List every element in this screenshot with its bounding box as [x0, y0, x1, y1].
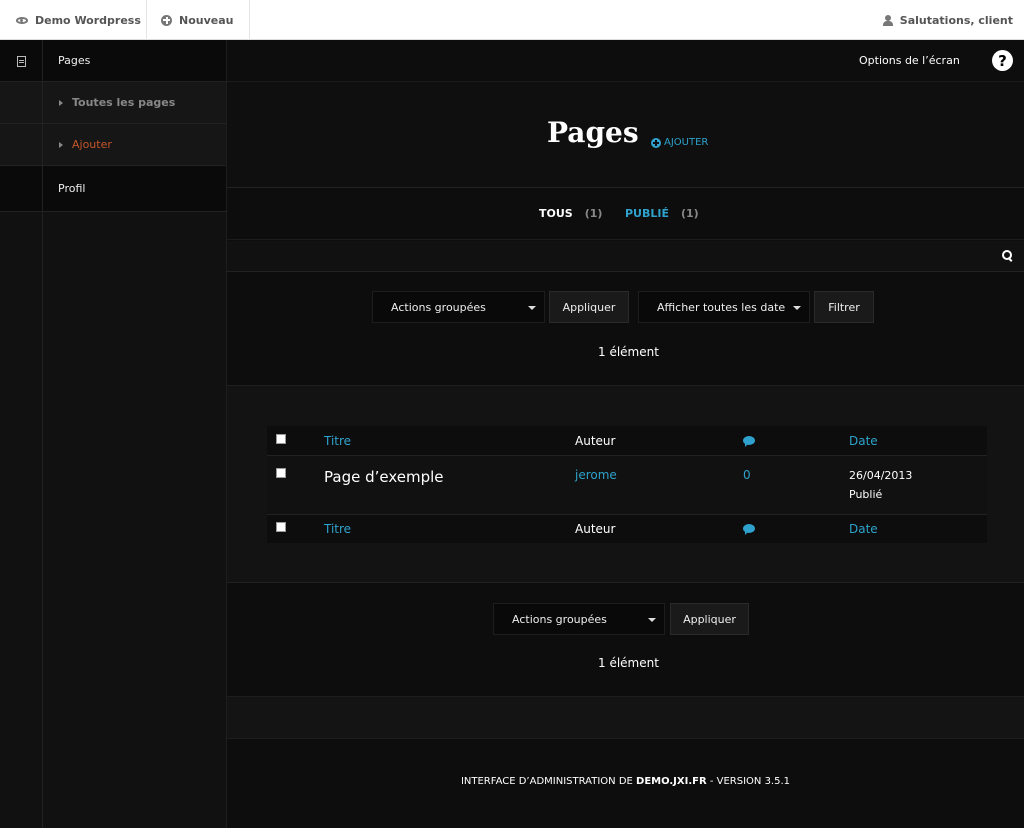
screen-options-button[interactable]: Options de l’écran — [859, 54, 960, 67]
add-circle-icon — [651, 137, 661, 148]
search-icon[interactable] — [1002, 250, 1012, 260]
chevron-down-icon — [528, 306, 536, 310]
filter-published[interactable]: PUBLIÉ (1) — [625, 207, 699, 220]
main-content: Options de l’écran ? Pages AJOUTER TOUS … — [227, 40, 1024, 828]
plus-circle-icon — [161, 14, 172, 26]
comment-icon[interactable] — [743, 436, 755, 447]
select-all-checkbox[interactable] — [276, 522, 286, 532]
sidebar-item-label: Ajouter — [72, 138, 112, 151]
status-filters: TOUS (1) PUBLIÉ (1) — [227, 189, 1024, 240]
column-date[interactable]: Date — [849, 522, 878, 536]
sidebar-subitem: Toutes les pages — [59, 96, 175, 109]
bulk-actions-value: Actions groupées — [391, 300, 486, 314]
new-label: Nouveau — [179, 13, 234, 27]
tablenav-bottom: Actions groupées Appliquer 1 élément — [227, 583, 1024, 696]
eye-icon — [16, 16, 28, 24]
sidebar-item-label: Profil — [58, 182, 86, 195]
row-checkbox[interactable] — [276, 468, 286, 478]
screen-options-bar: Options de l’écran ? — [227, 40, 1024, 82]
column-author: Auteur — [575, 434, 616, 448]
apply-button[interactable]: Appliquer — [549, 291, 629, 323]
comment-icon[interactable] — [743, 524, 755, 535]
table-row: Page d’exemple jerome 0 26/04/2013 Publi… — [267, 456, 987, 515]
table-footer: Titre Auteur Date — [267, 515, 987, 543]
user-icon — [882, 14, 893, 26]
column-date[interactable]: Date — [849, 434, 878, 448]
items-count: 1 élément — [598, 345, 659, 359]
date-filter-value: Afficher toutes les date — [657, 300, 786, 314]
user-greeting: Salutations, client — [899, 13, 1013, 27]
help-icon[interactable]: ? — [992, 50, 1013, 71]
site-name-link[interactable]: Demo Wordpress — [0, 0, 147, 40]
chevron-down-icon — [648, 618, 656, 622]
filter-published-count: (1) — [681, 207, 699, 220]
filter-all-label: TOUS — [539, 207, 573, 220]
select-all-checkbox[interactable] — [276, 434, 286, 444]
add-new-label: AJOUTER — [664, 137, 709, 148]
footer-prefix: INTERFACE D’ADMINISTRATION DE — [460, 776, 637, 787]
tablenav-top: Actions groupées Appliquer Afficher tout… — [227, 272, 1024, 384]
sidebar-icon-column — [0, 40, 43, 828]
chevron-down-icon — [793, 306, 801, 310]
table-header: Titre Auteur Date — [267, 426, 987, 456]
filter-button[interactable]: Filtrer — [814, 291, 874, 323]
search-bar[interactable] — [227, 241, 1024, 272]
row-date: 26/04/2013 — [849, 469, 913, 482]
date-filter-select[interactable]: Afficher toutes les date — [638, 291, 810, 323]
footer-version: - VERSION 3.5.1 — [706, 776, 791, 787]
admin-sidebar: Pages Toutes les pages Ajouter Profil — [0, 40, 227, 828]
bulk-actions-value: Actions groupées — [512, 612, 607, 626]
title-section: Pages AJOUTER — [227, 82, 1024, 188]
add-new-button[interactable]: AJOUTER — [651, 137, 708, 148]
row-author-link[interactable]: jerome — [575, 468, 617, 482]
pages-table-section: Titre Auteur Date Page d’exemple jerome … — [227, 385, 1024, 583]
apply-button-bottom[interactable]: Appliquer — [670, 603, 749, 635]
bulk-actions-select[interactable]: Actions groupées — [372, 291, 545, 323]
site-name: Demo Wordpress — [35, 13, 141, 27]
sidebar-item-label: Toutes les pages — [72, 96, 176, 109]
bulk-actions-select-bottom[interactable]: Actions groupées — [493, 603, 665, 635]
page-title: Pages — [547, 116, 639, 149]
footer-text: INTERFACE D’ADMINISTRATION DE DEMO.JXI.F… — [227, 776, 1024, 787]
admin-bar: Demo Wordpress Nouveau Salutations, clie… — [0, 0, 1024, 40]
row-status: Publié — [849, 488, 883, 501]
footer-domain-link[interactable]: DEMO.JXI.FR — [636, 776, 707, 787]
items-count: 1 élément — [598, 656, 659, 670]
filter-all-count: (1) — [584, 207, 603, 220]
filter-all[interactable]: TOUS (1) — [539, 207, 602, 220]
filter-published-label: PUBLIÉ — [625, 207, 669, 220]
sidebar-item-label: Pages — [58, 54, 91, 67]
column-author: Auteur — [575, 522, 616, 536]
footer: INTERFACE D’ADMINISTRATION DE DEMO.JXI.F… — [227, 739, 1024, 828]
column-title[interactable]: Titre — [324, 522, 351, 536]
triangle-right-icon — [59, 141, 63, 148]
triangle-right-icon — [59, 99, 63, 106]
user-greeting-link[interactable]: Salutations, client — [882, 0, 1013, 40]
row-comments-count[interactable]: 0 — [743, 468, 751, 482]
divider-band — [227, 696, 1024, 739]
sidebar-subitem: Ajouter — [59, 138, 112, 151]
column-title[interactable]: Titre — [324, 434, 351, 448]
new-content-link[interactable]: Nouveau — [147, 0, 250, 40]
row-title-link[interactable]: Page d’exemple — [324, 468, 444, 486]
